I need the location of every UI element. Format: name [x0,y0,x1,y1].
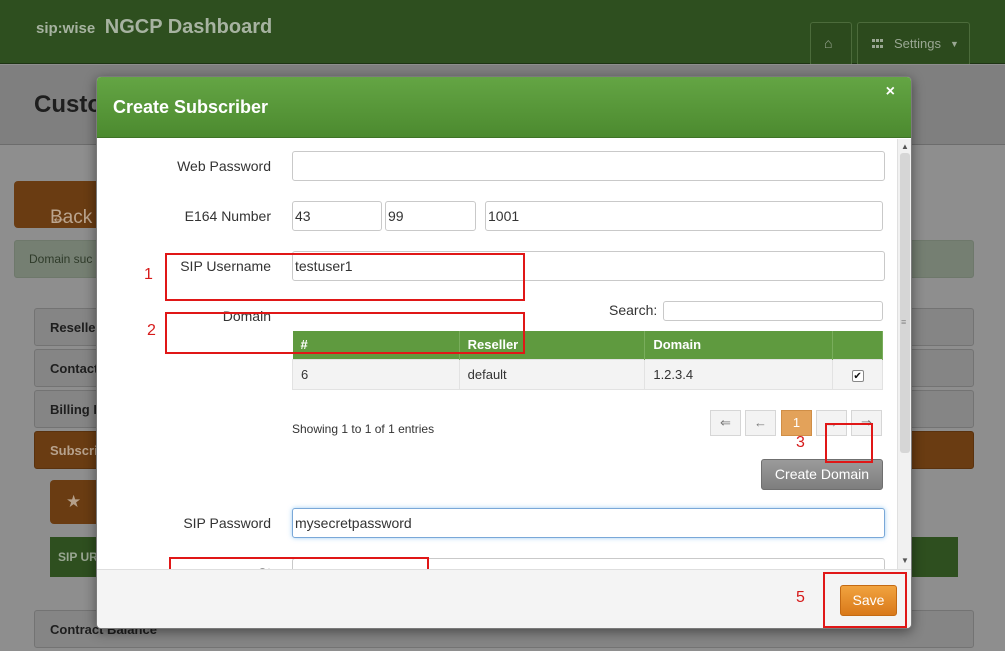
cell-select[interactable]: ✔ [832,358,883,390]
modal-footer: Save 5 [97,569,911,628]
e164-ac-input[interactable] [385,201,476,231]
domain-select-checkbox[interactable]: ✔ [851,369,864,382]
cell-reseller: default [458,358,646,390]
modal-scrollbar[interactable]: ▲ ≡ ▼ [897,139,911,569]
pager-prev-button[interactable]: ← [745,410,776,436]
nav-home-button[interactable]: ⌂ [810,22,852,64]
sip-password-input[interactable] [292,508,885,538]
accordion-label: Billing P [50,402,102,417]
home-icon: ⌂ [824,35,833,51]
domain-label: Domain [222,308,271,324]
annotation-number-5: 5 [796,589,805,606]
pager-next-button[interactable]: → [816,410,847,436]
annotation-number-3: 3 [796,434,805,451]
col-header-reseller[interactable]: Reseller [459,331,646,359]
scroll-down-arrow-icon[interactable]: ▼ [899,555,911,567]
accordion-label: Reseller [50,320,101,335]
star-icon: ★ [66,492,82,511]
accordion-label: Subscri [50,443,98,458]
col-header-domain[interactable]: Domain [644,331,834,359]
showing-entries-text: Showing 1 to 1 of 1 entries [292,422,435,436]
top-navbar: sip:wise NGCP Dashboard ⌂ Settings ▼ [0,0,1005,64]
table-row[interactable]: 6 default 1.2.3.4 ✔ [292,358,883,390]
brand-logo: sip:wise [36,20,96,37]
save-button[interactable]: Save [840,585,897,616]
create-subscriber-modal: Create Subscriber × Web Password E164 Nu… [96,76,912,629]
status-select[interactable]: a [292,558,885,569]
scroll-grip-icon: ≡ [901,317,907,327]
web-password-label: Web Password [177,158,271,174]
e164-sn-input[interactable] [485,201,883,231]
domain-search-input[interactable] [663,301,883,321]
scroll-up-arrow-icon[interactable]: ▲ [899,141,911,153]
e164-label: E164 Number [184,208,271,224]
modal-header: Create Subscriber × [97,77,911,138]
modal-title: Create Subscriber [113,97,269,117]
col-header-select [832,331,883,359]
table-header-text: SIP UR [58,550,98,564]
caret-down-icon: ▼ [950,39,959,49]
cell-domain: 1.2.3.4 [644,358,834,390]
brand[interactable]: sip:wise NGCP Dashboard [36,16,272,39]
scrollbar-thumb[interactable] [900,153,910,453]
modal-body[interactable]: Web Password E164 Number SIP Username Do… [97,139,911,569]
back-label: Back [50,207,93,228]
pager-last-button[interactable]: ⇒ [851,410,882,436]
search-label: Search: [609,302,658,318]
alert-text: Domain suc [29,252,93,266]
pager-page-1-button[interactable]: 1 [781,410,812,436]
grid-icon [872,39,884,49]
accordion-label: Contact [50,361,99,376]
annotation-number-2: 2 [147,322,156,339]
cell-id: 6 [292,358,460,390]
table-header-row: # Reseller Domain [292,331,883,359]
annotation-number-1: 1 [144,266,153,283]
pager-first-button[interactable]: ⇐ [710,410,741,436]
create-domain-button[interactable]: Create Domain [761,459,883,490]
web-password-input[interactable] [292,151,885,181]
close-icon[interactable]: × [886,83,895,101]
page-title: Custo [34,91,102,118]
domain-table: # Reseller Domain 6 default 1.2.3.4 ✔ [292,331,883,390]
nav-settings-label: Settings [894,36,941,51]
e164-cc-input[interactable] [292,201,382,231]
col-header-id[interactable]: # [292,331,460,359]
sip-password-label: SIP Password [183,515,271,531]
sip-username-label: SIP Username [180,258,271,274]
sip-username-input[interactable] [292,251,885,281]
nav-settings-button[interactable]: Settings ▼ [857,22,970,64]
brand-name: NGCP Dashboard [104,16,273,38]
